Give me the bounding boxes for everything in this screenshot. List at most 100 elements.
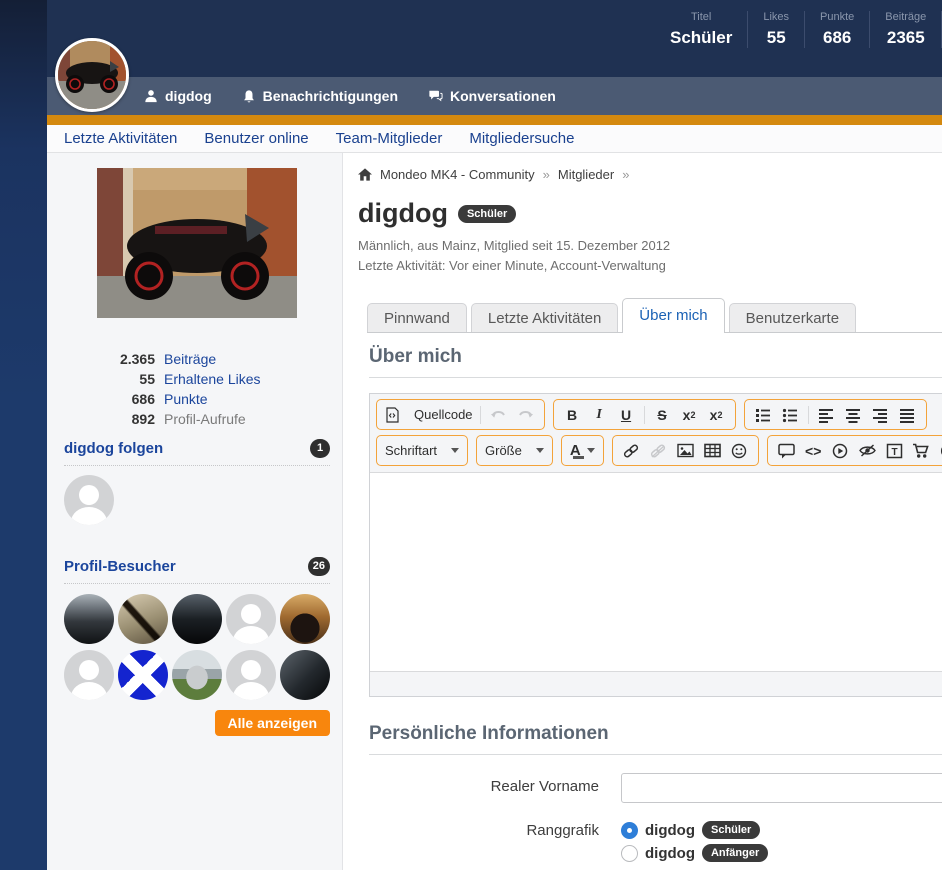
visitor-avatar[interactable] xyxy=(226,594,276,644)
rank-radio-schueler[interactable] xyxy=(621,822,638,839)
insert-text-box-button[interactable]: T xyxy=(881,438,908,463)
visitors-title[interactable]: Profil-Besucher xyxy=(64,558,176,575)
profile-meta: Männlich, aus Mainz, Mitglied seit 15. D… xyxy=(358,236,942,275)
stat-link-beitraege[interactable]: Beiträge xyxy=(164,351,216,367)
svg-text:T: T xyxy=(891,446,897,457)
visitor-avatar[interactable] xyxy=(172,650,222,700)
spoiler-eye-icon xyxy=(858,443,877,458)
top-header: Titel Schüler Likes 55 Punkte 686 Beiträ… xyxy=(47,0,942,77)
navbar-notifications[interactable]: Benachrichtigungen xyxy=(242,88,398,104)
insert-image-button[interactable] xyxy=(672,438,699,463)
insert-code-button[interactable]: <> xyxy=(800,438,827,463)
visitor-avatar[interactable] xyxy=(226,650,276,700)
insert-smiley-button[interactable] xyxy=(726,438,753,463)
menu-item-team-mitglieder[interactable]: Team-Mitglieder xyxy=(336,130,443,147)
home-icon xyxy=(358,168,372,181)
align-justify-button[interactable] xyxy=(894,402,921,427)
profile-title-row: digdog Schüler xyxy=(358,198,942,229)
sidebar-stats: 2.365 Beiträge 55 Erhaltene Likes 686 Pu… xyxy=(64,351,330,427)
toolbar-group-size: Größe xyxy=(476,435,553,466)
show-all-visitors-button[interactable]: Alle anzeigen xyxy=(215,710,330,736)
insert-product-button[interactable] xyxy=(908,438,935,463)
align-center-icon xyxy=(845,407,861,423)
align-justify-icon xyxy=(899,407,915,423)
insert-quote-button[interactable] xyxy=(773,438,800,463)
visitor-avatar[interactable] xyxy=(280,594,330,644)
strikethrough-button[interactable]: S xyxy=(649,402,676,427)
redo-button[interactable] xyxy=(512,402,539,427)
personal-info-section: Persönliche Informationen Realer Vorname… xyxy=(369,723,942,870)
menu-item-mitgliedersuche[interactable]: Mitgliedersuche xyxy=(469,130,574,147)
visitor-avatar[interactable] xyxy=(280,650,330,700)
toolbar-group-insert xyxy=(612,435,759,466)
stat-link-punkte[interactable]: Punkte xyxy=(164,391,208,407)
align-right-button[interactable] xyxy=(867,402,894,427)
superscript-button[interactable]: x2 xyxy=(703,402,730,427)
visitors-count-badge: 26 xyxy=(308,557,330,576)
toolbar-group-paragraph xyxy=(744,399,927,430)
followers-title[interactable]: digdog folgen xyxy=(64,440,163,457)
menu-item-letzte-aktivitaeten[interactable]: Letzte Aktivitäten xyxy=(64,130,177,147)
profile-meta-line1: Männlich, aus Mainz, Mitglied seit 15. D… xyxy=(358,236,942,256)
chevron-down-icon xyxy=(536,448,544,453)
tab-benutzerkarte[interactable]: Benutzerkarte xyxy=(729,303,856,332)
profile-meta-line2: Letzte Aktivität: Vor einer Minute, Acco… xyxy=(358,256,942,276)
menu-item-benutzer-online[interactable]: Benutzer online xyxy=(204,130,308,147)
navbar-conversations[interactable]: Konversationen xyxy=(428,88,556,104)
first-name-row: Realer Vorname xyxy=(369,773,942,803)
page-body: 2.365 Beiträge 55 Erhaltene Likes 686 Pu… xyxy=(47,153,942,870)
text-color-swatch xyxy=(573,456,584,459)
profile-main-photo[interactable] xyxy=(97,168,297,318)
insert-spoiler-button[interactable] xyxy=(854,438,881,463)
subscript-button[interactable]: x2 xyxy=(676,402,703,427)
text-color-dropdown[interactable]: A xyxy=(567,438,598,463)
user-icon xyxy=(144,89,158,103)
insert-table-button[interactable] xyxy=(699,438,726,463)
rank-radio-anfaenger[interactable] xyxy=(621,845,638,862)
navbar-username: digdog xyxy=(165,88,212,104)
italic-button[interactable]: I xyxy=(586,402,613,427)
unordered-list-button[interactable] xyxy=(777,402,804,427)
remove-link-button[interactable] xyxy=(645,438,672,463)
breadcrumb-community[interactable]: Mondeo MK4 - Community xyxy=(380,167,535,182)
align-left-button[interactable] xyxy=(813,402,840,427)
cart-icon xyxy=(912,443,930,459)
text-box-icon: T xyxy=(886,443,903,459)
remove-format-button[interactable] xyxy=(935,438,942,463)
followers-header: digdog folgen 1 xyxy=(64,439,330,466)
undo-button[interactable] xyxy=(485,402,512,427)
page-title-username: digdog xyxy=(358,198,448,229)
editor-footer xyxy=(370,671,942,696)
image-icon xyxy=(677,443,694,458)
first-name-input[interactable] xyxy=(621,773,942,803)
ordered-list-button[interactable] xyxy=(750,402,777,427)
stat-link-likes[interactable]: Erhaltene Likes xyxy=(164,371,261,387)
visitor-avatar[interactable] xyxy=(118,650,168,700)
toolbar-group-color: A xyxy=(561,435,604,466)
bold-button[interactable]: B xyxy=(559,402,586,427)
source-code-button[interactable]: Quellcode xyxy=(382,402,476,427)
align-center-button[interactable] xyxy=(840,402,867,427)
toolbar-row-1: Quellcode xyxy=(376,399,942,430)
tab-letzte-aktivitaeten[interactable]: Letzte Aktivitäten xyxy=(471,303,618,332)
underline-button[interactable]: U xyxy=(613,402,640,427)
visitor-avatar[interactable] xyxy=(64,650,114,700)
visitor-avatar[interactable] xyxy=(64,594,114,644)
insert-media-button[interactable] xyxy=(827,438,854,463)
visitor-avatar[interactable] xyxy=(172,594,222,644)
toolbar-row-2: Schriftart Größe xyxy=(376,435,942,466)
visitor-avatar[interactable] xyxy=(118,594,168,644)
unordered-list-icon xyxy=(782,407,798,423)
user-avatar[interactable] xyxy=(55,38,129,112)
navbar-user-menu[interactable]: digdog xyxy=(144,88,212,104)
tab-ueber-mich[interactable]: Über mich xyxy=(622,298,724,333)
rank-graphic-row: Ranggrafik digdog Schüler digdog Anfänge… xyxy=(369,821,942,867)
toolbar-group-font: Schriftart xyxy=(376,435,468,466)
font-size-dropdown[interactable]: Größe xyxy=(482,438,547,463)
follower-avatar[interactable] xyxy=(64,475,114,525)
insert-link-button[interactable] xyxy=(618,438,645,463)
breadcrumb-mitglieder[interactable]: Mitglieder xyxy=(558,167,614,182)
font-family-dropdown[interactable]: Schriftart xyxy=(382,438,462,463)
editor-text-area[interactable] xyxy=(370,473,942,671)
tab-pinnwand[interactable]: Pinnwand xyxy=(367,303,467,332)
